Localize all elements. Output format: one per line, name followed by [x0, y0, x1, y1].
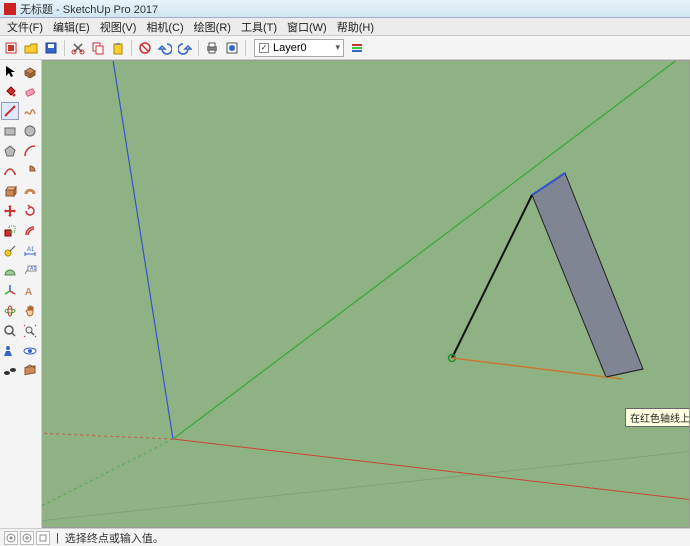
credits-icon[interactable] [20, 531, 34, 545]
app-icon [4, 3, 16, 15]
dimension-tool[interactable]: A1 [21, 242, 39, 260]
tape-measure-tool[interactable] [1, 242, 19, 260]
standard-toolbar: ✓ Layer0 [0, 36, 690, 60]
move-tool[interactable] [1, 202, 19, 220]
select-tool[interactable] [1, 62, 19, 80]
layer-name: Layer0 [273, 42, 307, 54]
status-hint: 选择终点或输入值。 [65, 530, 164, 546]
polygon-tool[interactable] [1, 142, 19, 160]
axes-tool[interactable] [1, 282, 19, 300]
layer-visible-check: ✓ [259, 43, 269, 53]
freehand-tool[interactable] [21, 102, 39, 120]
viewport[interactable]: 在红色轴线上 [42, 60, 690, 528]
offset-tool[interactable] [21, 222, 39, 240]
svg-text:A1: A1 [30, 266, 36, 272]
redo-button[interactable] [176, 39, 194, 57]
open-button[interactable] [22, 39, 40, 57]
menu-view[interactable]: 视图(V) [95, 19, 142, 35]
menu-draw[interactable]: 绘图(R) [189, 19, 236, 35]
position-camera-tool[interactable] [1, 342, 19, 360]
svg-text:A: A [25, 287, 32, 298]
zoom-extents-tool[interactable] [21, 322, 39, 340]
status-divider: | [56, 532, 59, 544]
separator [245, 40, 246, 56]
pushpull-tool[interactable] [1, 182, 19, 200]
separator [198, 40, 199, 56]
main-area: A1 A1 A [0, 60, 690, 528]
geo-location-icon[interactable] [4, 531, 18, 545]
claim-icon[interactable] [36, 531, 50, 545]
layer-manager-button[interactable] [348, 39, 366, 57]
2pt-arc-tool[interactable] [1, 162, 19, 180]
menubar: 文件(F) 编辑(E) 视图(V) 相机(C) 绘图(R) 工具(T) 窗口(W… [0, 18, 690, 36]
viewport-canvas [42, 61, 690, 528]
text-tool[interactable]: A1 [21, 262, 39, 280]
circle-tool[interactable] [21, 122, 39, 140]
menu-camera[interactable]: 相机(C) [141, 19, 188, 35]
section-plane-tool[interactable] [21, 362, 39, 380]
protractor-tool[interactable] [1, 262, 19, 280]
zoom-tool[interactable] [1, 322, 19, 340]
make-component-tool[interactable] [21, 62, 39, 80]
print-button[interactable] [203, 39, 221, 57]
save-button[interactable] [42, 39, 60, 57]
rectangle-tool[interactable] [1, 122, 19, 140]
3d-text-tool[interactable]: A [21, 282, 39, 300]
svg-text:A1: A1 [27, 247, 35, 253]
undo-button[interactable] [156, 39, 174, 57]
line-tool[interactable] [1, 102, 19, 120]
new-button[interactable] [2, 39, 20, 57]
rotate-tool[interactable] [21, 202, 39, 220]
menu-tools[interactable]: 工具(T) [236, 19, 282, 35]
menu-edit[interactable]: 编辑(E) [48, 19, 95, 35]
paste-button[interactable] [109, 39, 127, 57]
scale-tool[interactable] [1, 222, 19, 240]
titlebar: 无标题 - SketchUp Pro 2017 [0, 0, 690, 18]
model-info-button[interactable] [223, 39, 241, 57]
separator [131, 40, 132, 56]
statusbar: | 选择终点或输入值。 [0, 528, 690, 546]
eraser-tool[interactable] [21, 82, 39, 100]
status-icons [4, 531, 50, 545]
pie-tool[interactable] [21, 162, 39, 180]
arc-tool[interactable] [21, 142, 39, 160]
copy-button[interactable] [89, 39, 107, 57]
separator [64, 40, 65, 56]
tool-palette: A1 A1 A [0, 60, 42, 528]
window-title: 无标题 - SketchUp Pro 2017 [20, 1, 158, 17]
inference-tooltip: 在红色轴线上 [625, 408, 690, 427]
layer-dropdown[interactable]: ✓ Layer0 [254, 39, 344, 57]
orbit-tool[interactable] [1, 302, 19, 320]
pan-tool[interactable] [21, 302, 39, 320]
erase-button[interactable] [136, 39, 154, 57]
walk-tool[interactable] [1, 362, 19, 380]
menu-file[interactable]: 文件(F) [2, 19, 48, 35]
followme-tool[interactable] [21, 182, 39, 200]
look-around-tool[interactable] [21, 342, 39, 360]
cut-button[interactable] [69, 39, 87, 57]
paint-bucket-tool[interactable] [1, 82, 19, 100]
menu-help[interactable]: 帮助(H) [332, 19, 379, 35]
menu-window[interactable]: 窗口(W) [282, 19, 332, 35]
